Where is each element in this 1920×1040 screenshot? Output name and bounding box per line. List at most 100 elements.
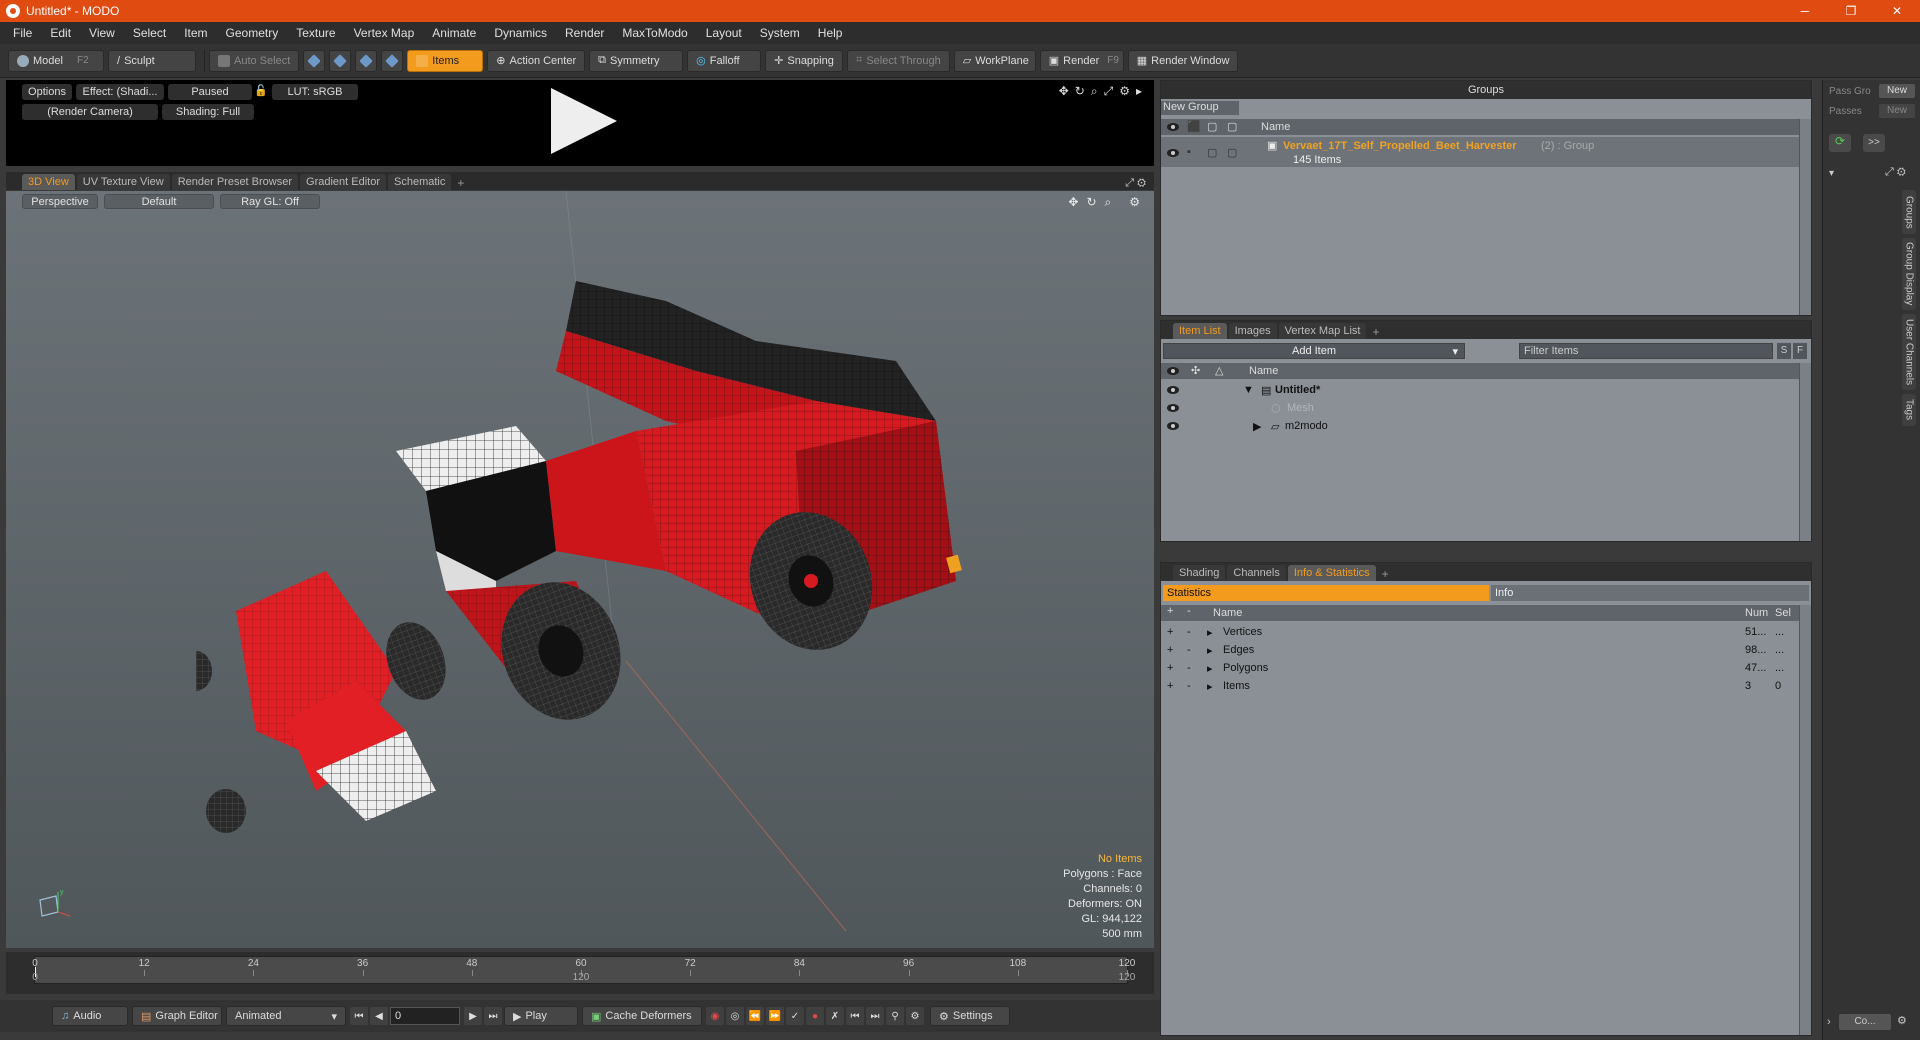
command-input[interactable]: Co... [1839,1014,1891,1030]
new-pass-group-button[interactable]: New [1879,84,1915,98]
new-group-button[interactable]: New Group [1161,101,1239,115]
fit-icon[interactable]: ⤢ [1104,84,1114,99]
animated-dropdown[interactable]: Animated ▾ [226,1006,346,1026]
checkbox-icon[interactable]: ▢ [1227,146,1237,159]
key-options-icon[interactable]: ⚙ [906,1007,924,1025]
groups-scrollbar[interactable] [1799,119,1811,315]
tab-item-list[interactable]: Item List [1173,323,1227,339]
plus-icon[interactable]: + [1167,626,1173,638]
group-row[interactable]: ▪ ▢ ▢ ▣ Vervaet_17T_Self_Propelled_Beet_… [1161,137,1799,167]
filter-f-button[interactable]: F [1793,343,1807,359]
jump-next-icon[interactable]: ⏭ [866,1007,884,1025]
tab-tags[interactable]: Tags [1902,394,1916,426]
menu-select[interactable]: Select [124,26,175,40]
items-mode-button[interactable]: Items [407,49,484,72]
rotate-icon[interactable]: ↻ [1075,84,1085,99]
workplane-button[interactable]: ▱ WorkPlane [953,49,1036,72]
tab-uv-texture-view[interactable]: UV Texture View [76,174,170,190]
tab-gradient-editor[interactable]: Gradient Editor [300,174,386,190]
menu-maxtomodo[interactable]: MaxToModo [613,26,696,40]
minus-icon[interactable]: - [1187,662,1191,674]
menu-render[interactable]: Render [556,26,613,40]
settings-button[interactable]: ⚙ Settings [930,1006,1010,1026]
visibility-icon[interactable] [1167,386,1179,394]
refresh-icon[interactable]: ⟳ [1829,134,1851,152]
menu-item[interactable]: Item [175,26,216,40]
next-key-icon[interactable]: ⏩ [766,1007,784,1025]
symmetry-button[interactable]: ⧉ Symmetry [589,49,684,72]
move-icon[interactable]: ✥ [1059,84,1069,99]
preview-lut-dropdown[interactable]: LUT: sRGB [272,84,358,100]
key-tool-icon[interactable]: ⚲ [886,1007,904,1025]
play-button[interactable]: ▶ Play [504,1006,578,1026]
menu-animate[interactable]: Animate [423,26,485,40]
menu-geometry[interactable]: Geometry [217,26,288,40]
menu-dynamics[interactable]: Dynamics [485,26,556,40]
info-tab[interactable]: Info [1491,585,1809,601]
tab-info-statistics[interactable]: Info & Statistics [1287,565,1376,581]
expand-arrow-icon[interactable]: ▸ [1136,84,1142,99]
tab-vertex-map-list[interactable]: Vertex Map List [1278,323,1367,339]
stat-row-polygons[interactable]: + - ▸ Polygons 47... ... [1161,659,1799,677]
zoom-icon[interactable]: ⌕ [1091,84,1098,99]
expand-arrows-button[interactable]: >> [1863,134,1885,152]
falloff-button[interactable]: ◎ Falloff [687,49,762,72]
minimize-button[interactable]: ─ [1782,0,1828,22]
menu-file[interactable]: File [4,26,41,40]
expand-right-icon[interactable]: ▸ [1207,644,1213,657]
tab-channels[interactable]: Channels [1227,565,1286,581]
minus-icon[interactable]: - [1187,626,1191,638]
lock-icon[interactable]: ▪ [1187,146,1191,158]
skip-end-icon[interactable]: ⏭ [484,1007,502,1025]
list-item[interactable]: ⬡ Mesh [1161,399,1799,417]
new-pass-button[interactable]: New [1879,104,1915,118]
prev-key-icon[interactable]: ⏪ [746,1007,764,1025]
expand-down-icon[interactable]: ▼ [1243,384,1254,396]
timeline-ruler[interactable]: 0 12 24 36 48 60 72 84 96 108 120 0 120 … [32,956,1135,984]
filter-s-button[interactable]: S [1777,343,1791,359]
preview-shading-dropdown[interactable]: Shading: Full [162,104,254,120]
viewport-expand-icon[interactable]: ⤢ ⚙ [1125,177,1146,190]
filter-items-input[interactable]: Filter Items [1519,343,1773,359]
expand-right-icon[interactable]: ▸ [1207,626,1213,639]
snapping-button[interactable]: ✛ Snapping [765,49,844,72]
close-button[interactable]: ✕ [1874,0,1920,22]
tab-images[interactable]: Images [1228,323,1277,339]
list-item[interactable]: ▼ ▤ Untitled* [1161,381,1799,399]
panel-expand-icon[interactable]: ⤢ ⚙ [1885,166,1906,179]
plus-icon[interactable]: + [1167,680,1173,692]
visibility-icon[interactable] [1167,422,1179,430]
timeline[interactable]: 0 12 24 36 48 60 72 84 96 108 120 0 120 … [6,952,1154,994]
auto-key-icon[interactable]: ◎ [726,1007,744,1025]
plus-icon[interactable]: + [1167,662,1173,674]
preview-effect-dropdown[interactable]: Effect: (Shadi... [76,84,164,100]
polygons-mode-button[interactable] [355,49,378,72]
auto-select-button[interactable]: Auto Select [209,49,300,72]
edges-mode-button[interactable] [329,49,352,72]
add-tab-icon[interactable]: + [1378,567,1393,581]
add-tab-icon[interactable]: + [1368,325,1383,339]
frame-input[interactable]: 0 [390,1007,460,1025]
tab-render-preset-browser[interactable]: Render Preset Browser [171,174,299,190]
step-back-icon[interactable]: ◀ [370,1007,388,1025]
key-check-icon[interactable]: ✓ [786,1007,804,1025]
tab-user-channels[interactable]: User Channels [1902,314,1916,390]
select-through-button[interactable]: ⌗ Select Through [847,49,950,72]
menu-vertex-map[interactable]: Vertex Map [345,26,424,40]
expand-right-icon[interactable]: ▶ [1253,420,1261,433]
minus-icon[interactable]: - [1187,644,1191,656]
maximize-button[interactable]: ❐ [1828,0,1874,22]
graph-editor-button[interactable]: ▤ Graph Editor [132,1006,222,1026]
panel-options-icon[interactable]: ▾ [1829,168,1834,179]
beet-harvester-model[interactable] [196,251,1056,851]
record-key-icon[interactable]: ◉ [706,1007,724,1025]
menu-view[interactable]: View [80,26,124,40]
visibility-icon[interactable] [1167,149,1179,157]
step-forward-icon[interactable]: ▶ [464,1007,482,1025]
3d-viewport[interactable]: Perspective Default Ray GL: Off ✥ ↻ ⌕ ⚙ [6,191,1154,948]
vertices-mode-button[interactable] [303,49,326,72]
record-icon[interactable]: ● [806,1007,824,1025]
lock-icon[interactable]: 🔓 [254,84,268,97]
menu-edit[interactable]: Edit [41,26,80,40]
render-window-button[interactable]: ▦ Render Window [1127,49,1239,72]
